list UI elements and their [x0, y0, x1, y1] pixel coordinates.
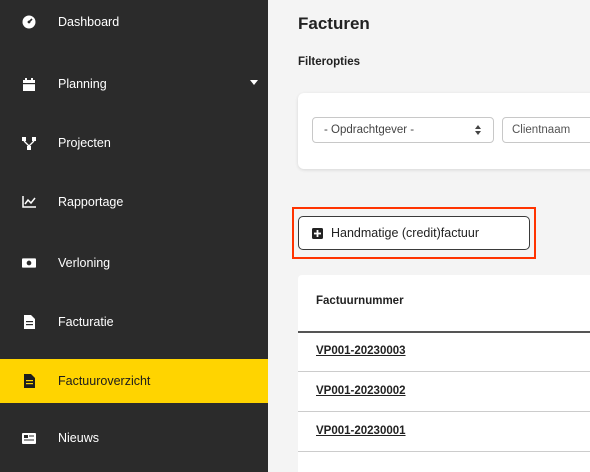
sidebar-item-factuuroverzicht[interactable]: Factuuroverzicht — [0, 359, 268, 403]
line-chart-icon — [22, 195, 36, 209]
sidebar-item-label: Facturatie — [58, 315, 114, 329]
client-select[interactable]: - Opdrachtgever - — [312, 117, 494, 143]
invoice-icon — [22, 374, 36, 388]
sidebar-item-label: Nieuws — [58, 431, 99, 445]
sidebar-item-projecten[interactable]: Projecten — [0, 121, 268, 165]
sidebar-item-label: Projecten — [58, 136, 111, 150]
dashboard-gauge-icon — [22, 15, 36, 29]
sidebar-item-planning[interactable]: Planning — [0, 62, 268, 106]
sidebar-item-label: Planning — [58, 77, 107, 91]
filter-card: - Opdrachtgever - — [298, 93, 590, 169]
table-row: VP001-20230003 — [298, 332, 590, 372]
calendar-icon — [22, 77, 36, 91]
column-header-factuurnummer: Factuurnummer — [316, 295, 404, 307]
invoice-link[interactable]: VP001-20230002 — [316, 385, 406, 397]
sidebar-item-label: Factuuroverzicht — [58, 374, 151, 388]
table-row: VP001-20230002 — [298, 372, 590, 412]
invoice-link[interactable]: VP001-20230001 — [316, 425, 406, 437]
chevron-down-icon — [250, 80, 258, 85]
sidebar: Dashboard Planning Projecten Rapportage … — [0, 0, 268, 472]
invoice-icon — [22, 315, 36, 329]
sidebar-item-label: Dashboard — [58, 15, 120, 29]
invoice-table: Factuurnummer VP001-20230003 VP001-20230… — [298, 275, 590, 472]
invoice-link[interactable]: VP001-20230003 — [316, 345, 406, 357]
manual-invoice-button[interactable]: Handmatige (credit)factuur — [298, 216, 530, 250]
page-title: Facturen — [298, 14, 370, 33]
sidebar-item-nieuws[interactable]: Nieuws — [0, 416, 268, 460]
filter-heading: Filteropties — [298, 56, 360, 68]
sidebar-item-dashboard[interactable]: Dashboard — [0, 0, 268, 44]
select-updown-icon — [475, 125, 481, 135]
sitemap-icon — [22, 136, 36, 150]
newspaper-icon — [22, 431, 36, 445]
sidebar-item-label: Rapportage — [58, 195, 124, 209]
sidebar-item-label: Verloning — [58, 256, 111, 270]
plus-square-icon — [312, 227, 323, 239]
client-select-value: - Opdrachtgever - — [324, 124, 415, 136]
client-name-input[interactable] — [502, 117, 590, 143]
sidebar-item-facturatie[interactable]: Facturatie — [0, 300, 268, 344]
money-bill-icon — [22, 256, 36, 270]
sidebar-item-verloning[interactable]: Verloning — [0, 241, 268, 285]
sidebar-item-rapportage[interactable]: Rapportage — [0, 180, 268, 224]
manual-invoice-button-label: Handmatige (credit)factuur — [331, 226, 479, 240]
table-row: VP001-20230001 — [298, 412, 590, 452]
main-content: Facturen Filteropties - Opdrachtgever - … — [268, 0, 590, 472]
